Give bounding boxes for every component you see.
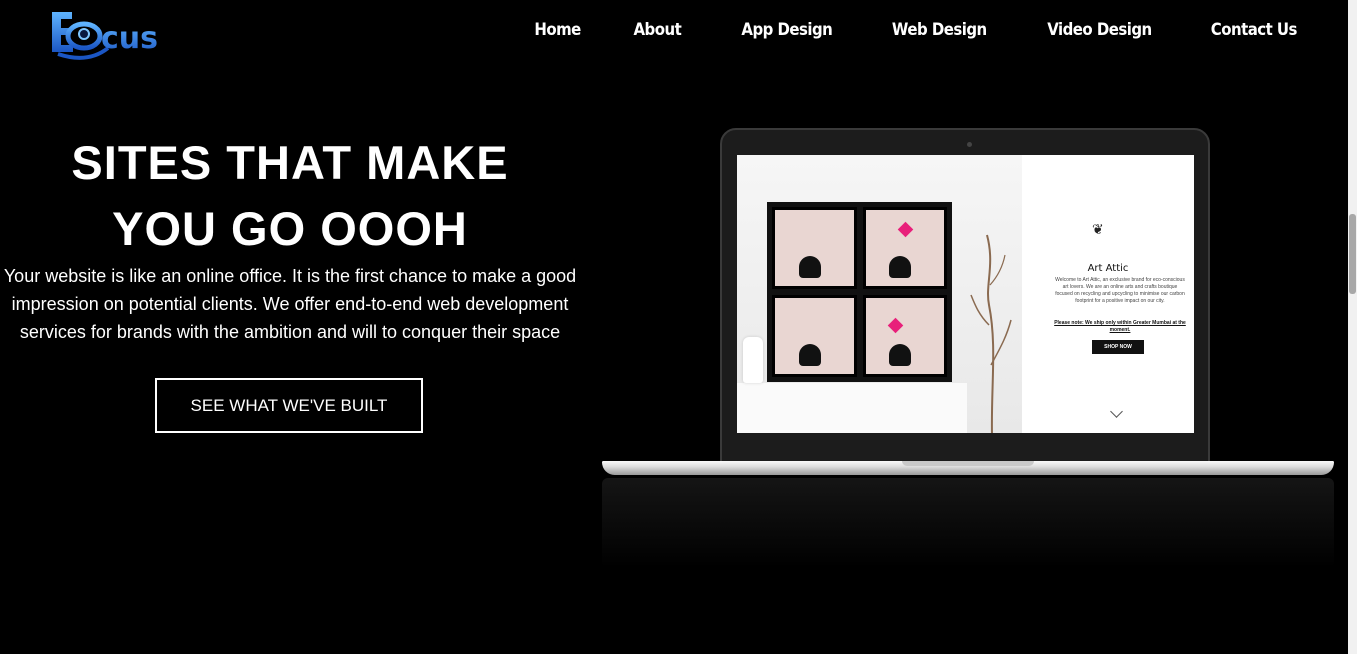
screen-content: ❦ Art Attic Welcome to Art Attic, an exc… bbox=[1022, 155, 1194, 433]
nav-contact-us[interactable]: Contact Us bbox=[1211, 18, 1298, 42]
hero-title-line1: SITES THAT MAKE bbox=[71, 136, 509, 189]
art-attic-logo-icon: ❦ bbox=[1092, 221, 1104, 237]
nav-app-design[interactable]: App Design bbox=[741, 18, 832, 42]
logo-text: cus bbox=[101, 21, 158, 56]
screen-photo bbox=[737, 155, 1022, 433]
laptop-mockup: ❦ Art Attic Welcome to Art Attic, an exc… bbox=[602, 128, 1334, 568]
see-work-button[interactable]: SEE WHAT WE'VE BUILT bbox=[155, 378, 423, 433]
art-attic-text: Welcome to Art Attic, an exclusive brand… bbox=[1055, 277, 1185, 304]
branch-image bbox=[970, 234, 1012, 433]
laptop-reflection bbox=[602, 478, 1334, 568]
frame-3 bbox=[772, 295, 857, 377]
page-scrollbar[interactable] bbox=[1348, 0, 1357, 654]
vase-image bbox=[743, 337, 763, 383]
nav-about[interactable]: About bbox=[634, 18, 682, 42]
frame-4 bbox=[862, 295, 947, 377]
scrollbar-thumb[interactable] bbox=[1349, 214, 1356, 294]
cat-frames-image bbox=[767, 202, 952, 382]
frame-1 bbox=[772, 207, 857, 289]
nav-home[interactable]: Home bbox=[534, 18, 581, 42]
art-attic-title: Art Attic bbox=[1087, 263, 1129, 274]
nav-web-design[interactable]: Web Design bbox=[892, 18, 987, 42]
hero-title-line2: YOU GO OOOH bbox=[112, 202, 468, 255]
brand-logo[interactable]: cus bbox=[48, 8, 168, 62]
frame-2 bbox=[862, 207, 947, 289]
chevron-down-icon bbox=[1110, 405, 1123, 418]
hero-title: SITES THAT MAKE YOU GO OOOH bbox=[0, 130, 580, 262]
shop-now-button: SHOP NOW bbox=[1092, 340, 1144, 354]
nav-video-design[interactable]: Video Design bbox=[1048, 18, 1153, 42]
camera-dot bbox=[967, 142, 972, 147]
shelf bbox=[737, 383, 967, 433]
hero-description: Your website is like an online office. I… bbox=[3, 266, 577, 342]
laptop-notch bbox=[902, 461, 1034, 466]
main-nav: Home About App Design Web Design Video D… bbox=[481, 18, 1298, 42]
art-attic-note: Please note: We ship only within Greater… bbox=[1054, 320, 1186, 333]
laptop-screen: ❦ Art Attic Welcome to Art Attic, an exc… bbox=[737, 155, 1194, 433]
